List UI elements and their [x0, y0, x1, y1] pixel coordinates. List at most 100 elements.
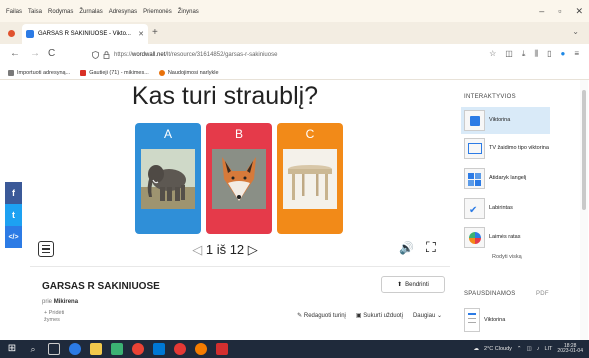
url-path: /lt/resource/31614852/garsas-r-sakiniuos…: [165, 52, 278, 58]
app-menu-icon[interactable]: ≡: [574, 49, 579, 59]
menu-history[interactable]: Žurnalas: [79, 9, 102, 15]
menu-help[interactable]: Žinynas: [178, 9, 199, 15]
facebook-share-button[interactable]: f: [5, 182, 22, 204]
wheel-template-icon: [464, 227, 485, 248]
scrollbar-thumb[interactable]: [582, 90, 586, 210]
windows-start-icon[interactable]: ⊞: [6, 343, 18, 355]
worksheet-info: GARSAS R SAKINIUOSE ⬆ Bendrinti prie Mik…: [30, 266, 450, 336]
printable-quiz-icon: [464, 308, 480, 332]
new-tab-button[interactable]: +: [152, 27, 158, 38]
tab-active[interactable]: GARSAS R SAKINIUOSE - Vikto... ✕: [22, 24, 148, 44]
taskbar: ⊞ ⌕ ☁ 2°C Cloudy ⌃ ◫ ♪ LIT 18:28 2023-01…: [0, 340, 589, 358]
file-explorer-icon[interactable]: [90, 343, 102, 355]
create-task-button[interactable]: ▣ Sukurti užduotį: [356, 312, 403, 319]
mail-icon[interactable]: [153, 343, 165, 355]
page-scrollbar[interactable]: [580, 80, 588, 340]
bookmark-star-icon[interactable]: ☆: [489, 49, 496, 59]
language-indicator[interactable]: LIT: [544, 346, 552, 352]
tray-chevron-icon[interactable]: ⌃: [517, 346, 522, 352]
printable-quiz[interactable]: Viktorina: [464, 308, 556, 332]
system-tray: ☁ 2°C Cloudy ⌃ ◫ ♪ LIT 18:28 2023-01-04: [474, 344, 583, 354]
author-prefix: prie: [42, 299, 53, 305]
bookmark-getting-started[interactable]: Naudojimosi narlykle: [158, 69, 219, 76]
template-wheel[interactable]: Laimės ratas: [464, 227, 556, 248]
edit-content-button[interactable]: ✎ Redaguoti turinį: [297, 312, 346, 319]
clock[interactable]: 18:28 2023-01-04: [557, 344, 583, 354]
weather-icon: ☁: [473, 346, 480, 352]
answer-card-c[interactable]: C: [277, 123, 343, 234]
edge-icon[interactable]: [69, 343, 81, 355]
menu-file[interactable]: Failas: [6, 9, 22, 15]
show-all-link[interactable]: Rodyti viską: [492, 254, 522, 260]
list-tabs-chevron-icon[interactable]: ⌄: [572, 27, 579, 36]
forward-button[interactable]: →: [30, 48, 40, 59]
pager-total: 12: [229, 242, 245, 257]
share-button[interactable]: ⬆ Bendrinti: [381, 276, 445, 293]
chrome-icon[interactable]: [132, 343, 144, 355]
menu-edit[interactable]: Taisa: [28, 9, 42, 15]
more-button[interactable]: Daugiau ⌄: [413, 312, 442, 319]
answer-letter: A: [163, 127, 172, 141]
firefox-icon[interactable]: [195, 343, 207, 355]
worksheet-title: GARSAS R SAKINIUOSE: [42, 281, 160, 292]
pdf-label: PDF: [536, 291, 549, 297]
template-open-box[interactable]: Atidaryk langelį: [464, 168, 556, 189]
template-label: Viktorina: [489, 117, 511, 123]
search-icon[interactable]: ⌕: [27, 343, 39, 355]
url-scheme: https://: [114, 52, 133, 58]
opera-icon[interactable]: [174, 343, 186, 355]
sidebar-icon[interactable]: ▯: [547, 49, 551, 59]
reload-button[interactable]: C: [48, 48, 55, 59]
menu-tools[interactable]: Priemonės: [143, 9, 172, 15]
maximize-button[interactable]: ▫: [558, 6, 561, 17]
bookmarks-toolbar: Importuoti adresyną... Gautieji (71) - m…: [0, 66, 589, 80]
pocket-icon[interactable]: ◫: [505, 49, 513, 59]
shield-icon: [92, 51, 99, 59]
answer-card-b[interactable]: B: [206, 123, 272, 234]
more-label: Daugiau: [412, 313, 436, 319]
author-line: prie Mikirena: [42, 299, 78, 305]
wordwall-favicon-icon: [26, 30, 34, 38]
volume-icon[interactable]: ♪: [537, 346, 540, 352]
open-box-template-icon: [464, 168, 485, 189]
template-quiz[interactable]: Viktorina: [461, 107, 550, 134]
next-question-button[interactable]: ▷: [248, 242, 258, 257]
task-view-icon[interactable]: [48, 343, 60, 355]
share-icon: ⬆: [397, 282, 403, 288]
bookmark-import[interactable]: Importuoti adresyną...: [8, 69, 70, 76]
elephant-image: [141, 149, 195, 209]
printable-header: SPAUSDINAMOS: [464, 291, 516, 297]
back-button[interactable]: ←: [10, 48, 20, 59]
clock-date: 2023-01-04: [557, 348, 583, 354]
store-icon[interactable]: [111, 343, 123, 355]
url-bar[interactable]: https://wordwall.net/lt/resource/3161485…: [92, 47, 382, 63]
close-window-button[interactable]: ✕: [575, 6, 583, 17]
template-maze[interactable]: ✔ Labirintas: [464, 198, 556, 219]
firefox-icon: [158, 69, 165, 76]
minimize-button[interactable]: –: [539, 6, 544, 17]
library-icon[interactable]: ⫼: [534, 49, 538, 59]
network-icon[interactable]: ◫: [527, 346, 532, 352]
acrobat-icon[interactable]: [216, 343, 228, 355]
tab-close-icon[interactable]: ✕: [138, 30, 144, 38]
worksheet-actions: ✎ Redaguoti turinį ▣ Sukurti užduotį Dau…: [297, 312, 442, 319]
twitter-share-button[interactable]: t: [5, 204, 22, 226]
weather-text[interactable]: 2°C Cloudy: [484, 346, 512, 352]
extension-icon[interactable]: ●: [560, 49, 565, 59]
menu-list: Failas Taisa Rodymas Žurnalas Adresynas …: [6, 9, 199, 15]
share-label: Bendrinti: [405, 281, 429, 288]
edit-content-label: Redaguoti turinį: [303, 313, 346, 319]
answer-card-a[interactable]: A: [135, 123, 201, 234]
tags-area[interactable]: + Pridėti žymes: [44, 310, 64, 324]
menu-bookmarks[interactable]: Adresynas: [109, 9, 137, 15]
chevron-down-icon: ⌄: [435, 313, 442, 319]
quiz-template-icon: [464, 110, 485, 131]
template-tv-quiz[interactable]: TV žaidimo tipo viktorina: [464, 138, 556, 159]
window-controls: – ▫ ✕: [539, 6, 583, 17]
author-link[interactable]: Mikirena: [54, 299, 78, 305]
tags-label: žymes: [44, 317, 60, 323]
previous-question-button[interactable]: ◁: [192, 242, 202, 257]
menu-view[interactable]: Rodymas: [48, 9, 73, 15]
download-icon[interactable]: ⤓: [522, 49, 526, 59]
bookmark-gmail[interactable]: Gautieji (71) - mikimes...: [80, 69, 149, 76]
